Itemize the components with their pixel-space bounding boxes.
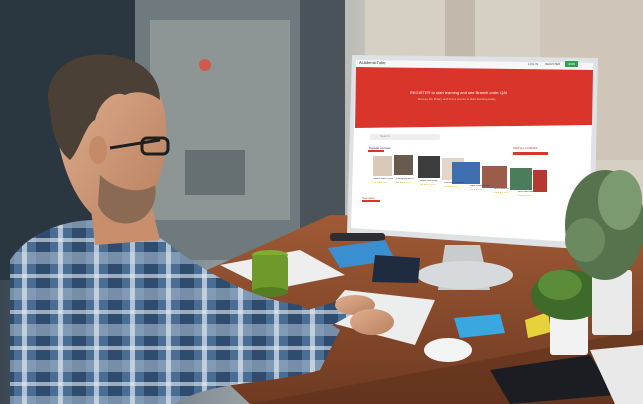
hero-title: REGISTER to start learning and see Branc…	[410, 90, 508, 95]
course-card-title[interactable]: Learn to code in Python	[373, 178, 393, 180]
mouse	[424, 338, 472, 362]
nav-register[interactable]: REGISTER	[545, 62, 560, 66]
notebook	[372, 255, 420, 283]
course-card-rating: ★★★★★ $9.99	[396, 182, 411, 184]
course-card-rating: ★★★★★ $9.99	[373, 182, 388, 184]
course-card-title[interactable]: Intro to business	[494, 188, 514, 190]
hero-subtitle: Browse the library and find a course to …	[418, 97, 496, 101]
course-card-title[interactable]: Music production	[518, 191, 538, 193]
search-input[interactable]: Search	[380, 134, 430, 138]
office-photo-scene: AcademicTube LOG IN REGISTER JOIN REGIST…	[0, 0, 643, 404]
course-card-title[interactable]: Modern web design	[420, 180, 440, 182]
nav-login[interactable]: LOG IN	[528, 62, 538, 66]
course-card-rating: ★★★★★ $9.99	[494, 192, 509, 194]
view-all-link[interactable]: VIEW ALL COURSES	[513, 147, 553, 150]
course-card-title[interactable]: Data science essentials	[444, 182, 464, 184]
course-card-rating: ★★★★★ $9.99	[470, 189, 485, 191]
phone	[330, 233, 385, 241]
site-logo[interactable]: AcademicTube	[359, 60, 386, 65]
course-card-rating: ★★★★★ $12.99	[420, 184, 436, 186]
see-more-link[interactable]: See more	[362, 196, 392, 200]
join-button[interactable]: JOIN	[565, 61, 578, 67]
section-label: Popular courses	[369, 146, 391, 150]
course-card-rating: ★★★★★ $9.99	[444, 186, 459, 188]
course-card-rating: ★★★★★ $9.99	[518, 195, 533, 197]
course-card-title[interactable]: Photography basics	[396, 178, 416, 180]
course-card-title[interactable]: Digital marketing course	[470, 185, 490, 187]
